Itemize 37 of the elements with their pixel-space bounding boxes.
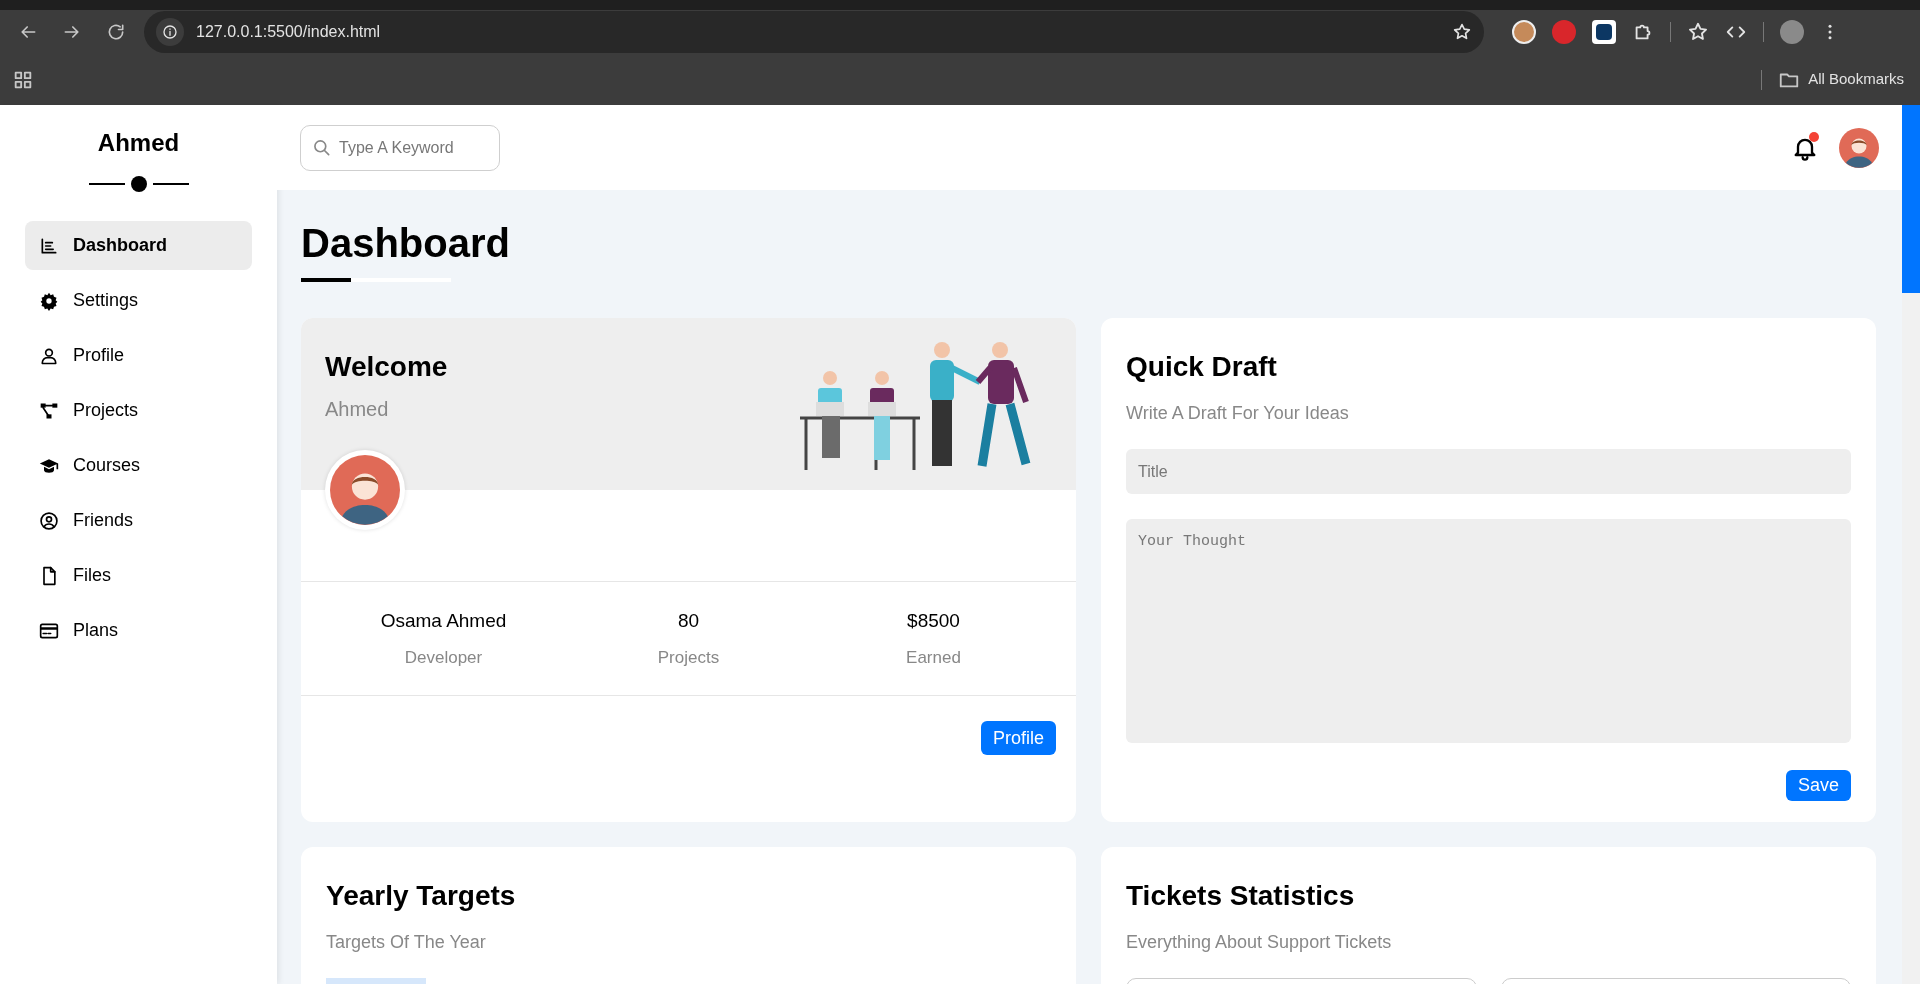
search-field[interactable]: Type A Keyword (300, 124, 500, 171)
card-subtitle: Everything About Support Tickets (1126, 931, 1393, 954)
logo-ornament-icon (88, 175, 189, 193)
save-button[interactable]: Save (1785, 770, 1851, 801)
card-title: Yearly Targets (326, 879, 517, 913)
search-icon (312, 137, 332, 158)
card-title: Tickets Statistics (1126, 879, 1356, 913)
thought-textarea[interactable]: Your Thought (1126, 519, 1851, 743)
page-title: Dashboard (301, 220, 511, 267)
scrollbar[interactable] (1902, 105, 1920, 984)
user-avatar[interactable] (1839, 127, 1879, 168)
scrollbar-thumb[interactable] (1902, 105, 1920, 293)
welcome-title: Welcome (325, 350, 448, 384)
title-input[interactable]: Title (1126, 449, 1851, 494)
stat-label: Developer (404, 647, 483, 669)
profile-avatar-icon[interactable] (1780, 20, 1804, 44)
star-list-icon[interactable] (1687, 21, 1709, 43)
stat-label: Projects (657, 647, 720, 669)
extension-icon[interactable] (1592, 20, 1616, 44)
bookmark-star-icon[interactable] (1452, 22, 1472, 42)
sidebar-title: Ahmed (96, 128, 181, 158)
profile-button[interactable]: Profile (980, 721, 1056, 755)
user-circle-icon (39, 510, 59, 531)
sidebar-item[interactable]: Dashboard (25, 221, 252, 270)
card-subtitle: Targets Of The Year (326, 931, 487, 954)
stat-value: Osama Ahmed (380, 608, 507, 633)
welcome-name: Ahmed (325, 397, 390, 422)
bookmarks-link[interactable]: All Bookmarks (1808, 68, 1904, 91)
info-icon[interactable] (156, 18, 184, 46)
card-title: Quick Draft (1126, 350, 1278, 384)
card-subtitle: Write A Draft For Your Ideas (1126, 402, 1350, 425)
extension-icon[interactable] (1512, 20, 1536, 44)
address-bar[interactable]: 127.0.0.1:5500/index.html (144, 11, 1484, 53)
stat-value: $8500 (907, 608, 960, 633)
gear-icon (39, 290, 59, 311)
stat-value: 80 (677, 608, 700, 633)
stat-label: Earned (906, 647, 961, 669)
